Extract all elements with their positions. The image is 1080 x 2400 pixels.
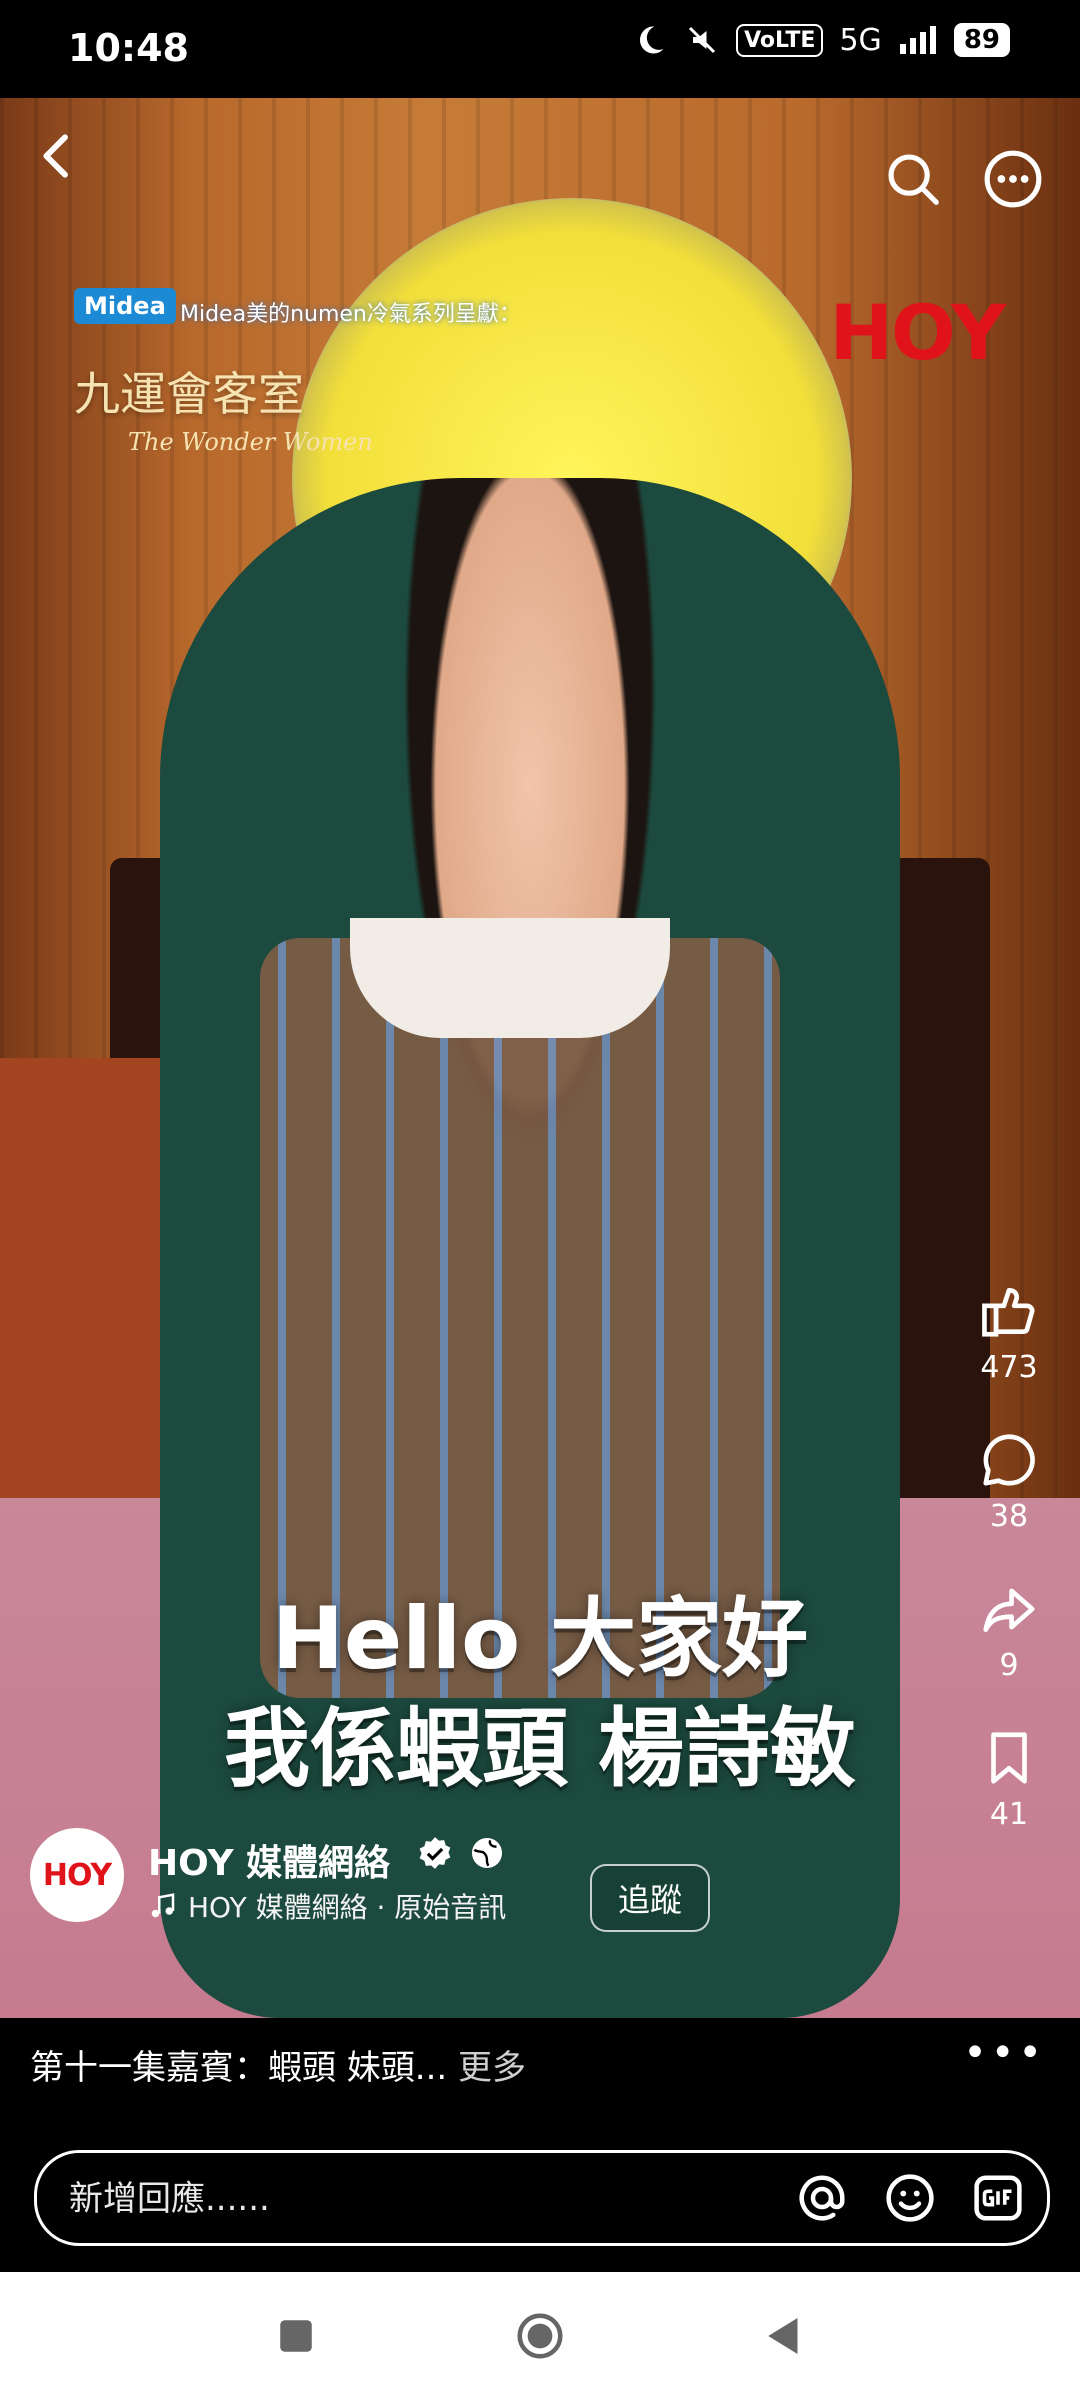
system-nav-icons (0, 2272, 1080, 2400)
show-title: 九運會客室 (74, 367, 304, 421)
gif-icon[interactable] (971, 2171, 1025, 2225)
signal-icon (899, 26, 936, 54)
author-row: HOY HOY 媒體網絡 HOY 媒體網絡 · 原始音訊 追蹤 (30, 1828, 1050, 1948)
mute-icon (689, 26, 716, 54)
show-subtitle: The Wonder Women (128, 428, 373, 456)
back-icon[interactable] (30, 128, 86, 184)
post-options-icon[interactable]: ••• (963, 2030, 1046, 2076)
bookmark-icon (991, 1732, 1027, 1784)
avatar[interactable]: HOY (30, 1828, 124, 1922)
avatar-logo-text: HOY (42, 1857, 112, 1893)
at-icon[interactable] (795, 2171, 849, 2225)
top-actions (882, 148, 1044, 210)
like-count: 473 (980, 1350, 1038, 1385)
midea-logo: Midea (74, 288, 176, 324)
battery-icon: 89 (953, 23, 1010, 57)
comment-box[interactable] (34, 2150, 1050, 2246)
audio-label-text: HOY 媒體網絡 · 原始音訊 (188, 1891, 507, 1924)
post-description[interactable]: 第十一集嘉賓：蝦頭 妹頭... 更多 (30, 2040, 526, 2089)
share-icon (983, 1588, 1035, 1632)
status-icons: VoLTE 5G 89 (632, 22, 1010, 58)
back-nav-icon[interactable] (757, 2309, 811, 2363)
save-count: 41 (989, 1797, 1029, 1832)
presenter-collar (350, 918, 670, 1038)
home-icon[interactable] (513, 2309, 567, 2363)
caption-line-1: Hello 大家好 (271, 1589, 809, 1689)
system-navbar (0, 2272, 1080, 2400)
more-options-icon[interactable] (982, 148, 1044, 210)
action-rail: 473 38 9 41 (964, 1280, 1054, 1832)
more-link[interactable]: 更多 (458, 2048, 526, 2088)
moon-icon (640, 26, 664, 54)
audio-label[interactable]: HOY 媒體網絡 · 原始音訊 (148, 1886, 506, 1926)
emoji-icon[interactable] (883, 2171, 937, 2225)
globe-icon (471, 1837, 503, 1869)
video-player[interactable]: Midea Midea美的numen冷氣系列呈獻： 九運會客室 The Wond… (0, 98, 1080, 2018)
network-type: 5G (839, 22, 882, 58)
description-text: 第十一集嘉賓：蝦頭 妹頭... (30, 2048, 448, 2088)
comment-icon (983, 1434, 1035, 1486)
like-button[interactable]: 473 (978, 1280, 1040, 1385)
comment-button[interactable]: 38 (978, 1429, 1040, 1534)
status-bar: 10:48 VoLTE 5G 89 (0, 0, 1080, 98)
verified-badge-icon (419, 1837, 451, 1869)
comment-input[interactable] (67, 2173, 721, 2225)
recents-icon[interactable] (269, 2309, 323, 2363)
hoy-logo: HOY (829, 288, 1006, 377)
follow-button[interactable]: 追蹤 (590, 1864, 711, 1932)
caption-line-2: 我係蝦頭 楊詩敏 (224, 1699, 856, 1799)
network-badge: VoLTE (736, 23, 824, 57)
thumbs-up-icon (982, 1288, 1035, 1337)
search-icon[interactable] (882, 148, 944, 210)
save-button[interactable]: 41 (978, 1727, 1040, 1832)
author-name[interactable]: HOY 媒體網絡 (148, 1834, 390, 1886)
share-count: 9 (999, 1648, 1019, 1683)
status-time: 10:48 (68, 26, 189, 70)
share-button[interactable]: 9 (978, 1578, 1040, 1683)
comment-count: 38 (989, 1499, 1029, 1534)
comment-tools (795, 2171, 1025, 2225)
brand-caption: Midea美的numen冷氣系列呈獻： (180, 302, 521, 327)
music-note-icon (151, 1893, 175, 1918)
